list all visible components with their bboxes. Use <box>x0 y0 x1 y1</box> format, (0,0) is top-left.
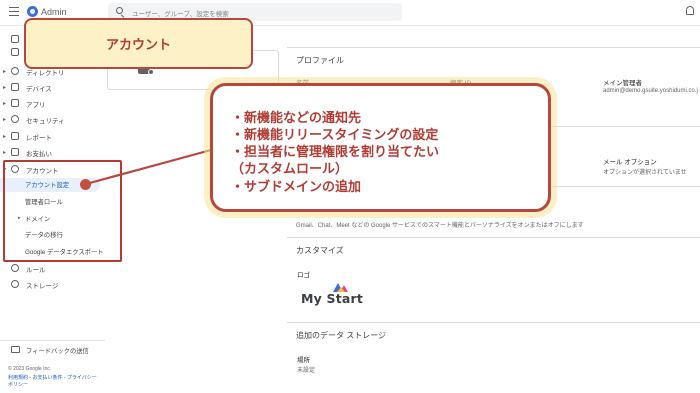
chevron-right-icon: ▸ <box>3 101 7 107</box>
personalization-text: Gmail、Chat、Meet などの Google サービスでのスマート機能と… <box>296 223 584 229</box>
admin-logo-icon <box>27 6 38 17</box>
dashboard-icon <box>11 48 19 56</box>
footer-policy-link[interactable]: ポリシー <box>8 381 28 388</box>
highlight-dot <box>80 179 91 190</box>
person-icon <box>11 67 19 75</box>
search-input[interactable]: ユーザー、グループ、設定を検索 <box>132 8 229 18</box>
profile-card-title: プロファイル <box>296 56 344 65</box>
chevron-right-icon: ▸ <box>3 134 7 140</box>
gear-icon[interactable] <box>148 69 154 75</box>
sidebar-item-billing[interactable]: ▸ お支払い <box>0 146 105 160</box>
callout-bullet: ・サブドメインの追加 <box>231 179 362 194</box>
sidebar-item-security[interactable]: ▸ セキュリティ <box>0 113 105 127</box>
search-icon <box>116 7 123 14</box>
primary-admin-value: admin@demo.gsuite.yoshidumi.co.j <box>603 88 698 94</box>
callout-bullet: （カスタムロール） <box>231 161 349 176</box>
sidebar-item-devices[interactable]: ▸ デバイス <box>0 81 105 95</box>
storage-card[interactable]: 追加のデータ ストレージ 場所 未設定 <box>287 322 700 382</box>
copyright-text: © 2023 Google Inc. <box>8 366 52 372</box>
cloud-icon <box>11 280 19 288</box>
primary-admin-label: メイン管理者 <box>603 80 642 87</box>
storage-location-value: 未設定 <box>297 368 316 374</box>
sidebar-item-storage[interactable]: ストレージ <box>0 278 105 292</box>
footer-links[interactable]: 利用規約 - お支払い条件 - プライバシー <box>8 374 97 381</box>
account-title-callout: アカウント <box>24 18 253 69</box>
app-title[interactable]: Admin <box>41 7 67 17</box>
brand-logo-text: My Start <box>301 291 364 306</box>
sidebar-item-apps[interactable]: ▸ アプリ <box>0 97 105 111</box>
mail-options-value: オプションが選択されていませ <box>603 170 687 176</box>
chevron-right-icon: ▸ <box>3 85 7 91</box>
sidebar-item-reports[interactable]: ▸ レポート <box>0 130 105 144</box>
chevron-right-icon: ▸ <box>3 150 7 156</box>
chart-icon <box>11 132 19 140</box>
chevron-right-icon: ▸ <box>3 69 7 75</box>
logo-label: ロゴ <box>297 272 310 279</box>
sidebar-item-label: セキュリティ <box>26 118 65 125</box>
sidebar-divider <box>0 340 105 341</box>
account-section-highlight <box>3 160 122 262</box>
menu-icon[interactable] <box>9 7 19 17</box>
rules-icon <box>11 264 19 272</box>
credit-card-icon <box>11 148 19 156</box>
feedback-label: フィードバックの送信 <box>26 348 89 355</box>
devices-icon <box>11 83 19 91</box>
sidebar-item-rules[interactable]: ルール <box>0 262 105 276</box>
customize-card[interactable]: カスタマイズ ロゴ <box>287 237 700 320</box>
home-icon <box>11 35 19 43</box>
account-title-callout-text: アカウント <box>105 37 171 52</box>
sidebar-item-label: アプリ <box>26 102 46 109</box>
feedback-icon <box>11 346 20 353</box>
mail-options-label: メール オプション <box>603 159 657 166</box>
sidebar-item-label: ストレージ <box>26 283 59 290</box>
storage-location-label: 場所 <box>297 357 310 364</box>
sidebar-item-label: お支払い <box>26 151 52 158</box>
chevron-right-icon: ▸ <box>3 117 7 123</box>
shield-icon <box>11 115 19 123</box>
sidebar-item-label: デバイス <box>26 86 52 93</box>
bell-icon[interactable] <box>686 6 694 15</box>
sidebar-item-label: ルール <box>26 267 46 274</box>
apps-grid-icon <box>11 99 19 107</box>
feedback-button[interactable]: フィードバックの送信 <box>0 345 105 357</box>
customize-card-title: カスタマイズ <box>296 246 344 255</box>
storage-card-title: 追加のデータ ストレージ <box>296 331 387 340</box>
sidebar-item-label: レポート <box>26 135 52 142</box>
features-callout: ・新機能などの通知先 ・新機能リリースタイミングの設定 ・担当者に管理権限を割り… <box>210 83 551 212</box>
